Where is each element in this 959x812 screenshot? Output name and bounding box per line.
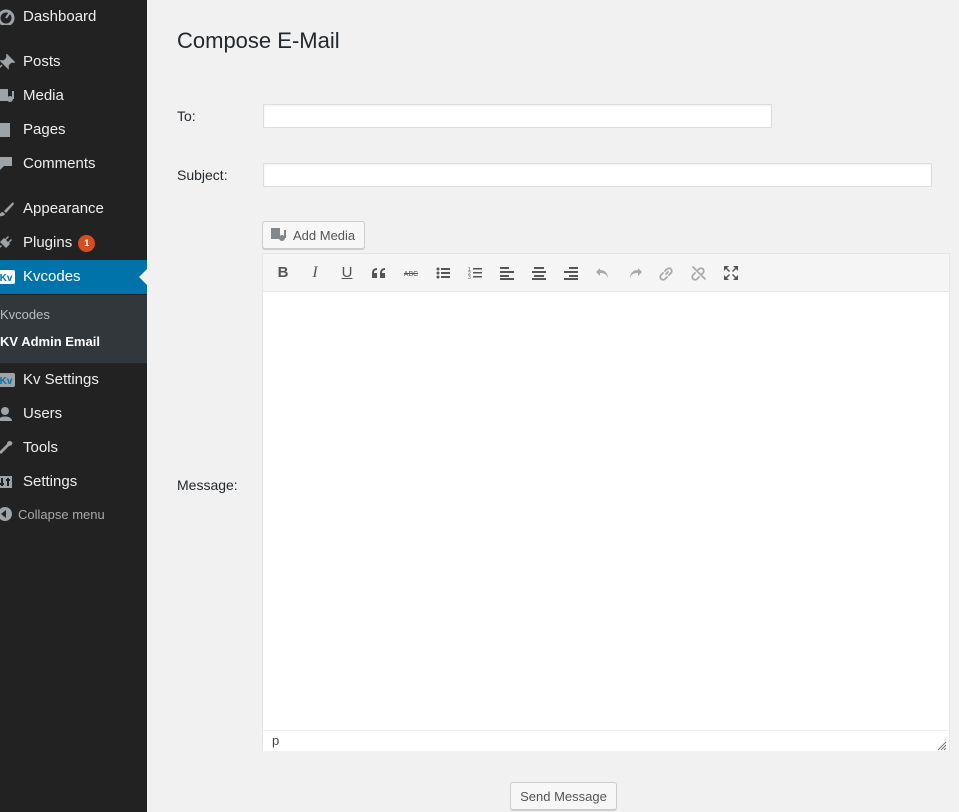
link-icon <box>659 267 673 281</box>
subject-field[interactable] <box>263 163 932 187</box>
sidebar-item-tools[interactable]: Tools <box>0 431 147 465</box>
sidebar-item-label: Posts <box>23 53 61 70</box>
align-center-icon <box>532 267 546 280</box>
comment-icon <box>0 156 15 172</box>
sidebar-item-label: Pages <box>23 121 66 138</box>
bullet-list-icon <box>436 267 450 279</box>
update-count-badge: 1 <box>78 235 96 252</box>
italic-icon: I <box>312 264 318 281</box>
sidebar-item-posts[interactable]: Posts <box>0 45 147 79</box>
svg-text:Kv: Kv <box>0 376 13 387</box>
undo-button[interactable] <box>591 261 615 285</box>
sidebar-item-label: Settings <box>23 473 78 490</box>
sidebar-item-media[interactable]: Media <box>0 79 147 113</box>
media-icon <box>0 88 15 104</box>
wrench-icon <box>0 440 15 456</box>
unlink-icon <box>691 266 706 281</box>
brush-icon <box>0 201 15 217</box>
element-path[interactable]: p <box>272 733 279 748</box>
blockquote-button[interactable] <box>367 261 391 285</box>
bold-icon: B <box>277 264 289 281</box>
sidebar-item-dashboard[interactable]: Dashboard <box>0 0 147 34</box>
add-media-label: Add Media <box>293 228 356 243</box>
sidebar-item-label: Comments <box>23 155 96 172</box>
italic-button[interactable]: I <box>303 261 327 285</box>
sidebar-item-plugins[interactable]: Plugins 1 <box>0 226 147 260</box>
collapse-menu-label: Collapse menu <box>18 507 105 522</box>
align-right-icon <box>564 267 578 280</box>
sidebar-item-appearance[interactable]: Appearance <box>0 192 147 226</box>
submenu-item-kv-admin-email[interactable]: KV Admin Email <box>0 334 100 349</box>
editor-content-area[interactable] <box>263 292 949 730</box>
collapse-arrow-icon <box>0 507 12 521</box>
plug-icon <box>0 235 15 251</box>
sidebar-item-label: Dashboard <box>23 8 97 25</box>
sidebar-item-label: Tools <box>23 439 59 456</box>
sidebar-item-label: Appearance <box>23 200 104 217</box>
redo-icon <box>630 268 642 279</box>
sidebar-item-label: Kvcodes <box>23 268 81 285</box>
sidebar-item-pages[interactable]: Pages <box>0 113 147 147</box>
numbered-list-button[interactable]: 123 <box>463 261 487 285</box>
kv-logo-icon: Kv <box>0 372 15 388</box>
blockquote-icon <box>372 268 385 278</box>
numbered-list-icon: 123 <box>468 267 482 281</box>
strikethrough-button[interactable]: ABC <box>399 261 423 285</box>
user-icon <box>0 406 15 422</box>
to-label: To: <box>177 108 196 124</box>
sidebar-item-users[interactable]: Users <box>0 397 147 431</box>
fullscreen-button[interactable] <box>719 261 743 285</box>
admin-sidebar: Dashboard Posts Media Pages Comments App… <box>0 0 147 812</box>
kv-logo-icon: Kv <box>0 269 15 285</box>
fullscreen-icon <box>724 266 738 280</box>
add-media-icon <box>271 228 287 243</box>
to-field[interactable] <box>263 104 772 128</box>
collapse-menu-button[interactable]: Collapse menu <box>0 507 105 522</box>
pages-icon <box>0 122 15 138</box>
pin-icon <box>0 53 16 70</box>
sidebar-item-label: Kv Settings <box>23 371 99 388</box>
redo-button[interactable] <box>623 261 647 285</box>
sidebar-item-label: Plugins 1 <box>23 234 96 252</box>
align-center-button[interactable] <box>527 261 551 285</box>
align-right-button[interactable] <box>559 261 583 285</box>
align-left-icon <box>500 267 514 280</box>
sidebar-item-kvcodes[interactable]: Kv Kvcodes <box>0 260 147 294</box>
bullet-list-button[interactable] <box>431 261 455 285</box>
dashboard-icon <box>0 9 15 27</box>
message-editor: B I U ABC 123 p <box>262 253 950 751</box>
sidebar-item-settings[interactable]: Settings <box>0 465 147 499</box>
sidebar-item-kv-settings[interactable]: Kv Kv Settings <box>0 363 147 397</box>
sidebar-item-label: Media <box>23 87 64 104</box>
sliders-icon <box>0 474 15 490</box>
submenu-item-kvcodes[interactable]: Kvcodes <box>0 307 50 322</box>
bold-button[interactable]: B <box>271 261 295 285</box>
underline-button[interactable]: U <box>335 261 359 285</box>
svg-text:Kv: Kv <box>0 273 13 284</box>
subject-label: Subject: <box>177 167 228 183</box>
resize-handle-icon[interactable] <box>937 739 947 751</box>
message-label: Message: <box>177 477 238 493</box>
insert-link-button[interactable] <box>655 261 679 285</box>
strikethrough-icon: ABC <box>404 271 418 278</box>
add-media-button[interactable]: Add Media <box>262 221 365 249</box>
underline-icon: U <box>341 264 353 281</box>
remove-link-button[interactable] <box>687 261 711 285</box>
editor-status-bar: p <box>263 730 949 751</box>
undo-icon <box>596 268 608 279</box>
page-title: Compose E-Mail <box>177 28 340 53</box>
svg-text:3: 3 <box>468 275 471 281</box>
svg-text:ABC: ABC <box>404 271 418 278</box>
editor-toolbar: B I U ABC 123 <box>263 254 949 292</box>
sidebar-item-label: Users <box>23 405 63 422</box>
sidebar-item-comments[interactable]: Comments <box>0 147 147 181</box>
align-left-button[interactable] <box>495 261 519 285</box>
send-message-button[interactable]: Send Message <box>510 782 617 810</box>
kvcodes-submenu: Kvcodes KV Admin Email <box>0 295 147 363</box>
